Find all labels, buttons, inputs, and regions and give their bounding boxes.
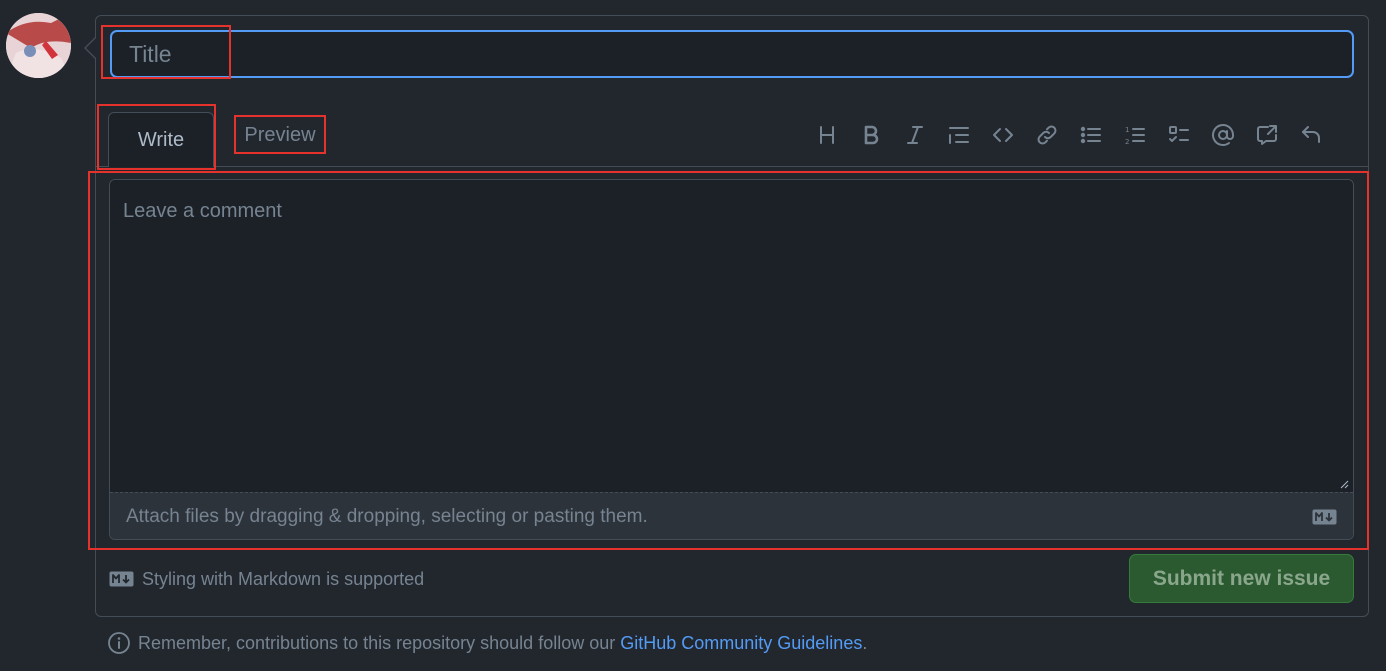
bold-icon[interactable] — [849, 115, 893, 155]
italic-icon[interactable] — [893, 115, 937, 155]
info-icon — [108, 632, 130, 654]
tab-write[interactable]: Write — [108, 112, 214, 167]
card-pointer-fill — [86, 38, 96, 58]
mention-icon[interactable] — [1201, 115, 1245, 155]
heading-icon[interactable] — [805, 115, 849, 155]
task-list-icon[interactable] — [1157, 115, 1201, 155]
quote-icon[interactable] — [937, 115, 981, 155]
ordered-list-icon[interactable]: 12 — [1113, 115, 1157, 155]
markdown-icon[interactable] — [1312, 509, 1337, 525]
title-input[interactable] — [110, 30, 1354, 78]
community-guidelines-link[interactable]: GitHub Community Guidelines — [620, 633, 862, 653]
unordered-list-icon[interactable] — [1069, 115, 1113, 155]
attach-files-bar[interactable]: Attach files by dragging & dropping, sel… — [110, 492, 1353, 539]
link-icon[interactable] — [1025, 115, 1069, 155]
code-icon[interactable] — [981, 115, 1025, 155]
footer-prefix-text: Remember, contributions to this reposito… — [138, 632, 621, 653]
reply-icon[interactable] — [1289, 115, 1333, 155]
user-avatar[interactable] — [6, 13, 71, 78]
markdown-note-text: Styling with Markdown is supported — [142, 568, 425, 589]
tab-divider — [96, 166, 1368, 167]
svg-text:1: 1 — [1125, 126, 1129, 134]
tab-preview[interactable]: Preview — [234, 115, 326, 155]
markdown-icon — [109, 571, 134, 587]
markdown-support-note[interactable]: Styling with Markdown is supported — [109, 566, 424, 592]
attach-files-text: Attach files by dragging & dropping, sel… — [126, 506, 648, 527]
avatar-image — [6, 13, 71, 78]
svg-text:2: 2 — [1125, 138, 1129, 146]
submit-new-issue-button[interactable]: Submit new issue — [1129, 554, 1354, 603]
cross-reference-icon[interactable] — [1245, 115, 1289, 155]
contribution-guidelines-note: Remember, contributions to this reposito… — [107, 630, 867, 656]
footer-suffix-text: . — [862, 632, 868, 653]
markdown-toolbar: 12 — [805, 115, 1333, 155]
resize-handle-icon[interactable] — [1340, 480, 1349, 489]
comment-box: Attach files by dragging & dropping, sel… — [109, 179, 1354, 540]
comment-textarea[interactable] — [110, 180, 1353, 492]
